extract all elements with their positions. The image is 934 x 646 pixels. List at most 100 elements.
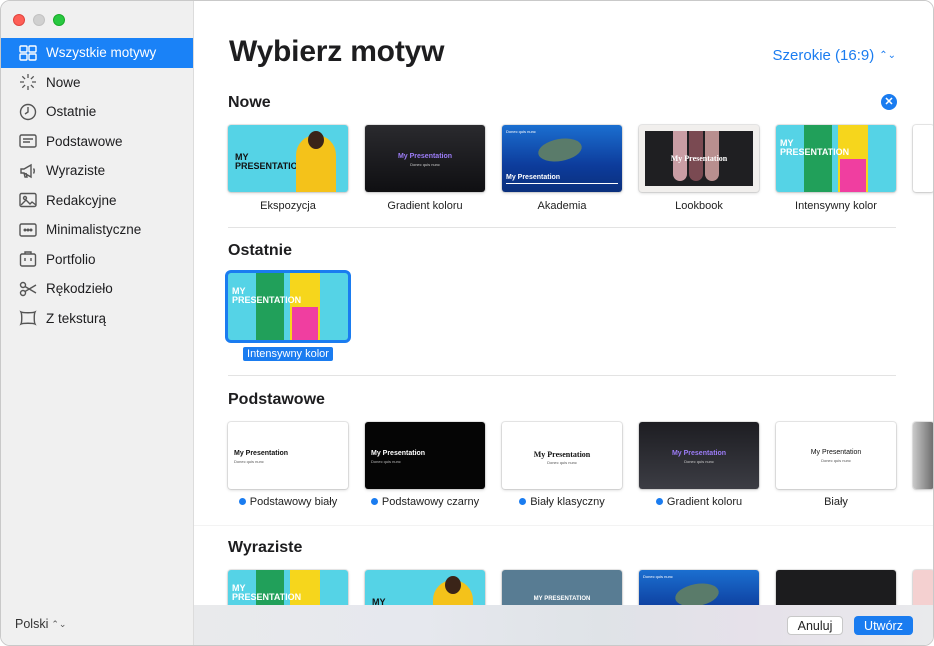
cancel-button[interactable]: Anuluj [787, 616, 843, 635]
theme-label: Akademia [537, 200, 587, 212]
thumb-title: My Presentation [670, 154, 728, 163]
grid-icon [17, 42, 38, 63]
sidebar-item-textured[interactable]: Z teksturą [1, 304, 193, 334]
section-title-new: Nowe [228, 94, 271, 111]
sidebar-item-portfolio[interactable]: Portfolio [1, 245, 193, 275]
theme-thumb-classic-white[interactable]: My Presentation Donec quis nunc [502, 422, 622, 489]
theme-label: Intensywny kolor [795, 200, 877, 212]
thumb-subtitle: Donec quis nunc [506, 129, 536, 134]
figure-shape [804, 125, 832, 192]
figure-head [445, 576, 461, 594]
thumb-subtitle: Donec quis nunc [684, 459, 714, 464]
slide-size-select[interactable]: Szerokie (16:9) ⌃⌄ [773, 47, 896, 64]
theme-thumb-recent-selected[interactable]: MY PRESENTATION [228, 273, 348, 340]
figure-shape [256, 273, 284, 340]
theme-label: Podstawowy czarny [355, 496, 495, 508]
thumb-subtitle: Donec quis nunc [547, 460, 577, 465]
theme-thumb-intensywny[interactable]: MY PRESENTATION [776, 125, 896, 192]
new-indicator-dot [370, 498, 378, 505]
theme-thumb-basic-black[interactable]: My Presentation Donec quis nunc [365, 422, 485, 489]
create-button[interactable]: Utwórz [854, 616, 913, 635]
page-title: Wybierz motyw [229, 35, 445, 68]
text-box-icon [17, 131, 38, 152]
theme-chooser-window: Wszystkie motywy Nowe Ostatnie Podstawow… [0, 0, 934, 646]
thumb-rule [506, 183, 618, 184]
theme-label: Lookbook [675, 200, 723, 212]
section-divider [194, 525, 933, 526]
theme-thumb-color-gradient[interactable]: My Presentation Donec quis nunc [639, 422, 759, 489]
sidebar-item-bold[interactable]: Wyraziste [1, 156, 193, 186]
sidebar-item-craft[interactable]: Rękodzieło [1, 274, 193, 304]
sidebar-item-basic[interactable]: Podstawowe [1, 127, 193, 157]
slide-size-label: Szerokie (16:9) [772, 47, 875, 64]
theme-label-text: Podstawowy czarny [381, 496, 480, 508]
theme-thumb-ekspozycja[interactable]: MY PRESENTATION [228, 125, 348, 192]
zoom-window-button[interactable] [53, 14, 65, 26]
theme-label: Biały klasyczny [492, 496, 632, 508]
sidebar-item-label: Wyraziste [46, 163, 106, 179]
sparkle-icon [17, 72, 38, 93]
section-title-recent: Ostatnie [228, 242, 293, 259]
theme-thumb-white[interactable]: My Presentation Donec quis nunc [776, 422, 896, 489]
window-controls [13, 14, 65, 26]
theme-label: Gradient koloru [629, 496, 769, 508]
thumb-title: MY PRESENTATION [235, 152, 305, 171]
theme-label-text: Biały klasyczny [530, 496, 605, 508]
theme-label: Ekspozycja [260, 200, 316, 212]
thumb-subtitle: Donec quis nunc [821, 458, 851, 463]
theme-label: Gradient koloru [387, 200, 463, 212]
thumb-title: MY PRESENTATION [780, 138, 850, 157]
sidebar-item-label: Nowe [46, 74, 81, 90]
thumb-subtitle: Donec quis nunc [234, 459, 264, 464]
language-label: Polski [15, 617, 49, 631]
sidebar-item-editorial[interactable]: Redakcyjne [1, 186, 193, 216]
theme-thumb-lookbook[interactable]: My Presentation [639, 125, 759, 192]
minimize-window-button[interactable] [33, 14, 45, 26]
theme-thumb-basic-white[interactable]: My Presentation Donec quis nunc [228, 422, 348, 489]
section-divider [228, 227, 896, 228]
theme-thumb-akademia[interactable]: Donec quis nunc My Presentation [502, 125, 622, 192]
figure-shape [292, 307, 318, 340]
sidebar-item-label: Redakcyjne [46, 192, 117, 208]
thumb-subtitle: Donec quis nunc [371, 459, 401, 464]
new-indicator-dot [238, 498, 246, 505]
sidebar-item-new[interactable]: Nowe [1, 68, 193, 98]
thumb-title: My Presentation [533, 450, 591, 459]
clock-icon [17, 101, 38, 122]
theme-label: Biały [824, 496, 848, 508]
theme-thumb-partial[interactable] [913, 422, 933, 489]
updown-chevron-icon: ⌃⌄ [879, 50, 896, 61]
close-section-button[interactable]: ✕ [881, 94, 897, 110]
texture-icon [17, 308, 38, 329]
sidebar-item-all-themes[interactable]: Wszystkie motywy [1, 38, 193, 68]
theme-thumb-gradient[interactable]: My Presentation Donec quis nunc [365, 125, 485, 192]
scissors-icon [17, 278, 38, 299]
theme-label: Podstawowy biały [218, 496, 358, 508]
thumb-title: MY PRESENTATION [232, 583, 302, 602]
sidebar: Wszystkie motywy Nowe Ostatnie Podstawow… [1, 1, 194, 645]
thumb-subtitle: Donec quis nunc [643, 574, 673, 579]
updown-chevron-icon: ⌃⌄ [51, 618, 67, 629]
thumb-title: My Presentation [397, 153, 453, 160]
language-select[interactable]: Polski ⌃⌄ [15, 617, 66, 631]
close-window-button[interactable] [13, 14, 25, 26]
theme-thumb-partial[interactable] [913, 125, 933, 192]
megaphone-icon [17, 160, 38, 181]
thumb-title: My Presentation [371, 450, 426, 457]
sidebar-item-label: Minimalistyczne [46, 222, 142, 238]
photo-icon [17, 190, 38, 211]
dots-box-icon [17, 219, 38, 240]
theme-label-text: Podstawowy biały [249, 496, 338, 508]
thumb-title: MY PRESENTATION [533, 596, 591, 602]
sidebar-item-label: Ostatnie [46, 104, 97, 120]
sidebar-item-label: Podstawowe [46, 133, 123, 149]
portfolio-icon [17, 249, 38, 270]
thumb-title: My Presentation [506, 174, 561, 181]
sidebar-item-minimal[interactable]: Minimalistyczne [1, 215, 193, 245]
sidebar-item-label: Portfolio [46, 251, 96, 267]
section-title-bold: Wyraziste [228, 539, 303, 556]
sidebar-item-recent[interactable]: Ostatnie [1, 97, 193, 127]
sidebar-item-label: Wszystkie motywy [46, 45, 157, 61]
figure-head [308, 131, 324, 149]
thumb-title: My Presentation [234, 450, 289, 457]
